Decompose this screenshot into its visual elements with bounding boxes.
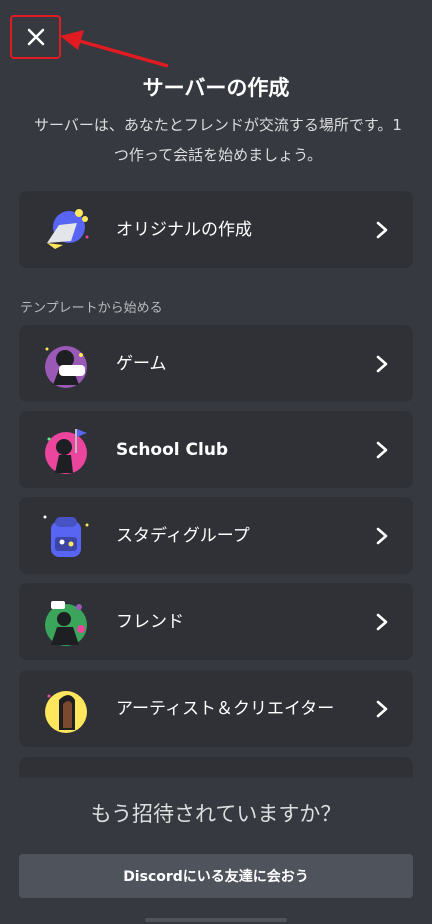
template-label: ゲーム: [116, 353, 167, 374]
template-artists-creators-button[interactable]: アーティスト＆クリエイター: [19, 670, 413, 747]
template-study-group-button[interactable]: スタディグループ: [19, 497, 413, 574]
gaming-illustration-icon: [45, 346, 87, 388]
page-subtitle: サーバーは、あなたとフレンドが交流する場所です。1つ作って会話を始めましょう。: [34, 116, 402, 164]
chevron-right-icon: [376, 441, 388, 458]
create-own-label: オリジナルの作成: [116, 219, 252, 240]
create-server-illustration-icon: [47, 209, 89, 249]
template-label: アーティスト＆クリエイター: [116, 698, 335, 719]
page-title: サーバーの作成: [142, 76, 290, 100]
friends-illustration-icon: [45, 601, 87, 646]
template-label: School Club: [116, 439, 229, 460]
artists-illustration-icon: [45, 691, 87, 733]
create-own-server-button[interactable]: オリジナルの作成: [19, 191, 413, 268]
invite-title: もう招待されていますか？: [90, 802, 342, 826]
home-indicator[interactable]: [145, 918, 287, 922]
chevron-right-icon: [376, 355, 388, 372]
study-group-illustration-icon: [43, 515, 89, 557]
chevron-right-icon: [376, 700, 388, 717]
close-button[interactable]: [10, 15, 61, 59]
school-club-illustration-icon: [45, 429, 87, 474]
annotation-arrow-icon: [60, 30, 169, 68]
template-friends-button[interactable]: フレンド: [19, 583, 413, 660]
chevron-right-icon: [376, 527, 388, 544]
templates-section-label: テンプレートから始める: [20, 301, 163, 316]
close-icon: [27, 28, 44, 46]
template-label: フレンド: [116, 611, 184, 632]
template-school-club-button[interactable]: School Club: [19, 411, 413, 488]
join-friends-button[interactable]: Discordにいる友達に会おう: [19, 854, 413, 898]
template-gaming-button[interactable]: ゲーム: [19, 325, 413, 402]
chevron-right-icon: [376, 613, 388, 630]
chevron-right-icon: [376, 221, 388, 238]
template-label: スタディグループ: [116, 525, 250, 546]
